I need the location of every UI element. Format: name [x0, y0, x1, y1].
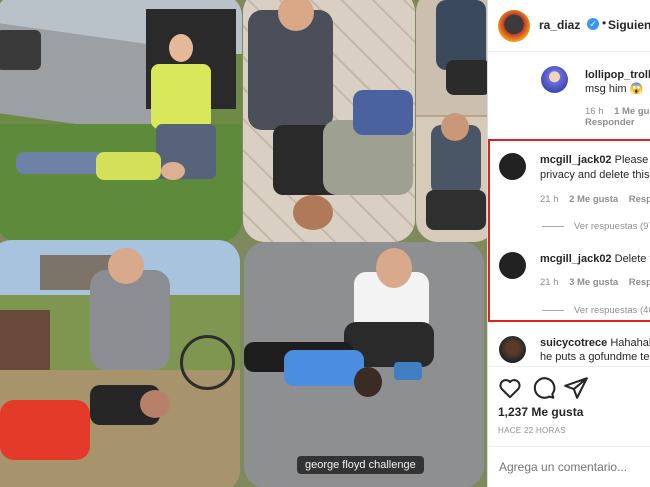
replies-line [542, 309, 564, 311]
collage-photo-2 [243, 0, 415, 242]
comment-item: mcgill_jack02 Delete t 21 h 3 Me gusta R… [488, 250, 650, 340]
comment-text: msg him 😱 [585, 83, 644, 95]
reply-button[interactable]: Responder [585, 117, 635, 128]
comment-item: mcgill_jack02 Please r privacy and delet… [488, 150, 650, 240]
replies-line [542, 225, 564, 227]
view-replies-button[interactable]: Ver respuestas (40 [542, 305, 650, 316]
collage-photo-5: george floyd challenge [244, 242, 484, 487]
comment-text: Please r [614, 154, 650, 166]
following-button[interactable]: Siguiendo [608, 18, 650, 32]
comment-time: 21 h [540, 277, 559, 288]
author-avatar[interactable] [498, 10, 530, 42]
commenter-avatar[interactable] [499, 252, 526, 279]
comment-username[interactable]: mcgill_jack02 Delete t [540, 253, 650, 265]
add-comment-input[interactable] [499, 460, 649, 474]
comment-bubble-icon[interactable] [530, 375, 556, 401]
comment-username[interactable]: lollipop_troll [585, 69, 650, 81]
post-header: ra_diaz ✓ • Siguiendo [488, 0, 650, 52]
comment-time: 16 h [585, 106, 604, 117]
author-username[interactable]: ra_diaz [539, 18, 580, 32]
view-replies-button[interactable]: Ver respuestas (97 [542, 221, 650, 232]
share-paper-plane-icon[interactable] [563, 375, 589, 401]
commenter-avatar[interactable] [499, 153, 526, 180]
comment-likes[interactable]: 1 Me gus [614, 106, 650, 117]
commenter-avatar[interactable] [499, 336, 526, 363]
commenter-avatar[interactable] [541, 66, 568, 93]
comment-text-continued: he puts a gofundme te [540, 351, 650, 363]
collage-photo-3 [416, 0, 487, 242]
separator-dot: • [602, 16, 607, 30]
likes-count[interactable]: 1,237 Me gusta [498, 405, 583, 419]
comment-meta: 21 h 3 Me gusta Respo [540, 277, 650, 288]
post-sidebar: ra_diaz ✓ • Siguiendo lollipop_troll msg… [487, 0, 650, 487]
reply-button[interactable]: Respo [629, 194, 650, 205]
post-image-collage[interactable]: george floyd challenge [0, 0, 487, 487]
heart-icon[interactable] [497, 375, 523, 401]
post-actions: 1,237 Me gusta HACE 22 HORAS [488, 366, 650, 456]
verified-badge-icon: ✓ [587, 18, 599, 30]
collage-photo-4 [0, 240, 240, 487]
comment-text-continued: privacy and delete this [540, 169, 650, 181]
comment-username[interactable]: suicycotrece Hahahah [540, 337, 650, 349]
comment-input-bar [488, 446, 650, 487]
post-timestamp: HACE 22 HORAS [498, 426, 566, 435]
comment-item: lollipop_troll msg him 😱 16 h 1 Me gus R… [488, 62, 650, 132]
comment-text: Hahahah [610, 337, 650, 349]
comment-username[interactable]: mcgill_jack02 Please r [540, 154, 650, 166]
comment-likes[interactable]: 2 Me gusta [569, 194, 618, 205]
collage-photo-1 [0, 0, 242, 242]
comment-time: 21 h [540, 194, 559, 205]
reply-button[interactable]: Respo [629, 277, 650, 288]
comment-likes[interactable]: 3 Me gusta [569, 277, 618, 288]
comment-text: Delete t [614, 253, 650, 265]
image-caption: george floyd challenge [297, 456, 424, 474]
comment-meta: 16 h 1 Me gus Responder [585, 106, 650, 128]
comment-meta: 21 h 2 Me gusta Respo [540, 194, 650, 205]
